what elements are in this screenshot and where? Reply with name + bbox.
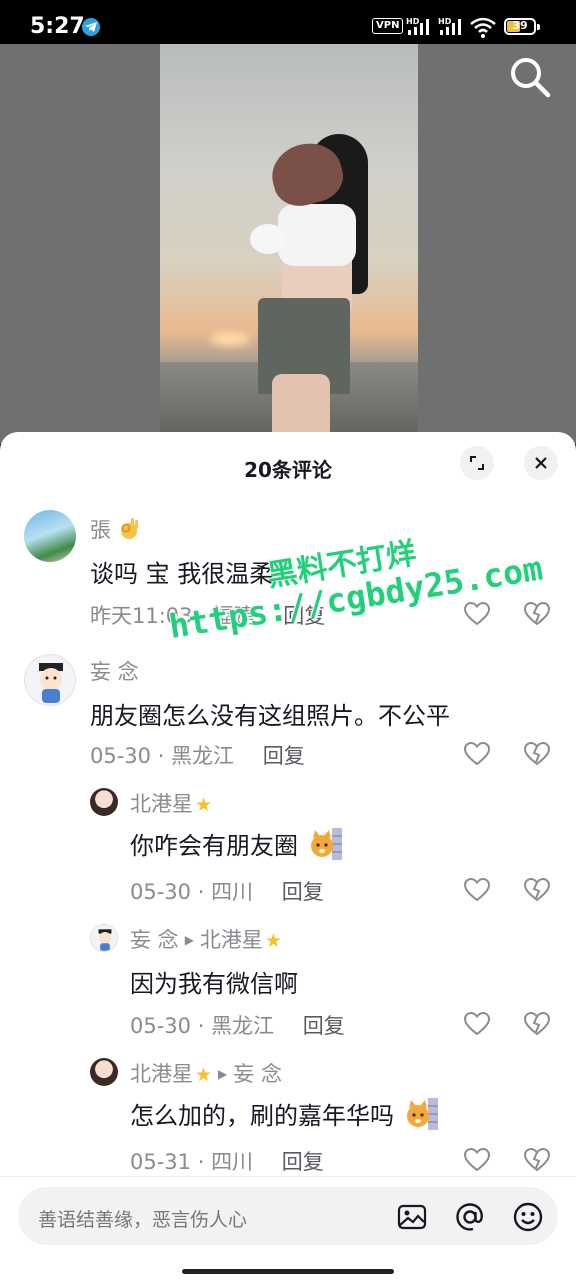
star-icon: ★ [195, 1064, 213, 1086]
comment-location: 四川 [211, 1150, 254, 1174]
reply-text-content: 怎么加的，刷的嘉年华吗 [130, 1102, 394, 1130]
expand-button[interactable] [460, 446, 494, 480]
reply-text: 怎么加的，刷的嘉年华吗 [130, 1096, 440, 1132]
search-icon[interactable] [508, 55, 552, 99]
comment-input-bar: 善语结善缘，恶言伤人心 [0, 1176, 576, 1280]
telegram-icon [82, 18, 100, 36]
home-indicator[interactable] [182, 1269, 394, 1274]
heart-icon[interactable] [464, 602, 490, 626]
reply-button[interactable]: 回复 [283, 604, 325, 628]
broken-heart-icon[interactable] [524, 878, 550, 902]
image-icon[interactable] [396, 1201, 428, 1233]
heart-icon[interactable] [464, 878, 490, 902]
heart-icon[interactable] [464, 1012, 490, 1036]
comment-date: 05-30 [130, 880, 192, 904]
status-time: 5:27 [30, 14, 85, 39]
author-name: 北港星 [130, 1062, 193, 1086]
avatar[interactable] [24, 654, 76, 706]
star-icon: ★ [195, 794, 213, 816]
reply-to-name: 北港星 [199, 928, 263, 952]
author-name: 北港星 [130, 792, 193, 816]
signal-label: HD [438, 17, 452, 26]
post-photo[interactable] [160, 44, 418, 444]
vpn-badge: VPN [372, 18, 404, 34]
reply-to-name: 妄 念 [233, 1062, 282, 1086]
comment-input[interactable]: 善语结善缘，恶言伤人心 [18, 1187, 558, 1245]
reply-button[interactable]: 回复 [303, 1014, 345, 1038]
comment-date: 05-30 [130, 1014, 192, 1038]
reply-meta: 05-31 · 四川 回复 [130, 1150, 324, 1174]
reply-text: 因为我有微信啊 [130, 970, 298, 998]
close-button[interactable] [524, 446, 558, 480]
reply-author[interactable]: 北港星 ★ [130, 788, 212, 818]
reply-author[interactable]: 北港星 ★ ▶ 妄 念 [130, 1058, 282, 1088]
post-photo-area[interactable] [0, 44, 576, 444]
comment-location: 黑龙江 [211, 1014, 275, 1038]
ok-hand-icon [118, 517, 140, 541]
wifi-icon [470, 17, 496, 38]
comment-text: 谈吗 宝 我很温柔 [90, 560, 274, 588]
broken-heart-icon[interactable] [524, 1012, 550, 1036]
comment-date: 05-31 [130, 1150, 192, 1174]
avatar[interactable] [24, 510, 76, 562]
comment-date: 05-30 [90, 744, 152, 768]
reply-arrow-icon: ▶ [218, 1067, 228, 1081]
comment-meta: 昨天11:03 · 福建 回复 [90, 604, 326, 628]
comment-date: 昨天11:03 [90, 604, 193, 628]
avatar[interactable] [90, 924, 118, 952]
comment-author[interactable]: 張 [90, 514, 140, 544]
star-icon: ★ [264, 930, 282, 952]
comment-text: 朋友圈怎么没有这组照片。不公平 [90, 702, 450, 730]
close-icon [535, 457, 547, 469]
battery-level: 39 [512, 19, 528, 32]
at-icon[interactable] [454, 1201, 486, 1233]
heart-icon[interactable] [464, 742, 490, 766]
heart-icon[interactable] [464, 1148, 490, 1172]
reply-text-content: 你咋会有朋友圈 [130, 832, 298, 860]
reply-button[interactable]: 回复 [263, 744, 305, 768]
comment-input-placeholder: 善语结善缘，恶言伤人心 [38, 1209, 248, 1231]
comment-location: 四川 [211, 880, 254, 904]
cat-sticker-icon [308, 826, 344, 862]
cat-sticker-icon [404, 1096, 440, 1132]
reply-button[interactable]: 回复 [282, 1150, 324, 1174]
broken-heart-icon[interactable] [524, 602, 550, 626]
signal-label: HD [406, 17, 420, 26]
author-name: 妄 念 [130, 928, 179, 952]
reply-author[interactable]: 妄 念 ▶ 北港星 ★ [130, 924, 282, 954]
comment-author[interactable]: 妄 念 [90, 656, 139, 686]
avatar[interactable] [90, 788, 118, 816]
reply-text: 你咋会有朋友圈 [130, 826, 344, 862]
avatar[interactable] [90, 1058, 118, 1086]
broken-heart-icon[interactable] [524, 1148, 550, 1172]
reply-button[interactable]: 回复 [282, 880, 324, 904]
signal-icon: HD [438, 17, 461, 35]
status-bar: 5:27 VPN HD HD 39 [0, 0, 576, 44]
comment-location: 福建 [212, 604, 255, 628]
author-name: 張 [90, 518, 111, 542]
signal-icon: HD [406, 17, 429, 35]
expand-icon [470, 456, 484, 470]
reply-meta: 05-30 · 四川 回复 [130, 880, 324, 904]
comment-meta: 05-30 · 黑龙江 回复 [90, 744, 305, 768]
battery-icon: 39 [504, 18, 536, 35]
emoji-icon[interactable] [512, 1201, 544, 1233]
reply-arrow-icon: ▶ [184, 933, 194, 947]
comment-location: 黑龙江 [171, 744, 235, 768]
broken-heart-icon[interactable] [524, 742, 550, 766]
reply-meta: 05-30 · 黑龙江 回复 [130, 1014, 345, 1038]
